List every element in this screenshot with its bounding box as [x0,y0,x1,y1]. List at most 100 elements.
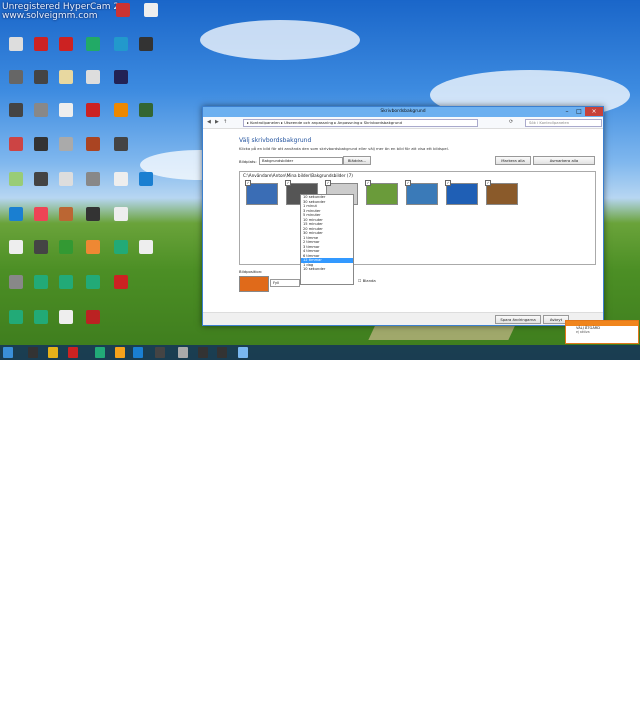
desktop-icon[interactable] [5,70,27,96]
desktop-icon[interactable] [55,275,77,301]
desktop-icon[interactable] [5,103,27,129]
desktop-icon[interactable] [55,137,77,163]
desktop-icon[interactable] [110,240,132,266]
picture-position-select[interactable]: Fyll [270,279,300,287]
desktop-icon[interactable] [55,310,77,336]
desktop-icon[interactable] [55,240,77,266]
desktop-icon[interactable] [30,275,52,301]
interval-dropdown-list[interactable]: 10 sekunder 30 sekunder 1 minut 3 minuter 5 … [300,194,354,285]
desktop-icon[interactable] [110,37,132,63]
desktop-icon[interactable] [55,103,77,129]
desktop-icon[interactable] [55,70,77,96]
close-icon[interactable]: × [585,107,603,116]
thumbnail-checkbox[interactable]: ✓ [445,180,451,186]
clear-all-button[interactable]: Avmarkera alla [533,156,595,165]
taskbar-app[interactable] [48,347,58,358]
app-icon [59,310,73,324]
desktop-icon[interactable] [82,172,104,198]
clock[interactable]: 16:35 2013-02-06 [606,692,626,702]
desktop-icon[interactable] [110,207,132,233]
desktop-icon[interactable] [110,103,132,129]
desktop-icon[interactable] [5,37,27,63]
desktop-icon[interactable] [30,310,52,336]
desktop-icon[interactable] [82,37,104,63]
wallpaper-thumbnail[interactable]: ✓ [485,180,518,205]
picture-location-select[interactable]: Bakgrundsbilder [259,157,343,165]
desktop-icon[interactable] [110,275,132,301]
refresh-icon[interactable]: ⟳ [509,119,513,125]
folder-label[interactable]: C:\Användare\Anton\Mina bilder\Bakgrunds… [243,173,353,178]
back-arrow-icon[interactable]: ◀ [207,119,211,125]
desktop-icon[interactable] [110,70,132,96]
taskbar-app[interactable] [133,347,143,358]
desktop-icon[interactable] [110,137,132,163]
desktop-icon[interactable] [5,275,27,301]
taskbar-app[interactable] [115,347,125,358]
desktop-icon[interactable] [30,137,52,163]
desktop-icon[interactable] [30,37,52,63]
taskbar-app[interactable] [28,347,38,358]
thumbnail-checkbox[interactable]: ✓ [405,180,411,186]
thumbnail-checkbox[interactable]: ✓ [245,180,251,186]
notification-toast[interactable]: VÄLJ ÅTGÄRD ej aktiva [565,320,639,344]
desktop-icon[interactable] [110,172,132,198]
desktop-icon[interactable] [82,310,104,336]
desktop-icon[interactable] [55,37,77,63]
desktop-icon[interactable] [55,207,77,233]
desktop-icon[interactable] [112,3,134,29]
desktop-icon[interactable] [30,207,52,233]
desktop-icon[interactable] [5,240,27,266]
desktop-icon[interactable] [82,70,104,96]
desktop-icon[interactable] [5,310,27,336]
desktop-icon[interactable] [140,3,162,29]
desktop-icon[interactable] [82,207,104,233]
thumbnail-checkbox[interactable]: ✓ [325,180,331,186]
forward-arrow-icon[interactable]: ▶ [215,119,219,125]
desktop-icon[interactable] [30,240,52,266]
wallpaper-thumbnail[interactable]: ✓ [365,180,398,205]
thumbnail-checkbox[interactable]: ✓ [365,180,371,186]
taskbar-app[interactable] [95,347,105,358]
start-button[interactable] [3,347,13,358]
dropdown-option[interactable]: 10 sekunder [301,267,353,272]
wallpaper-thumbnail[interactable]: ✓ [445,180,478,205]
title-bar[interactable]: Skrivbordsbakgrund – □ × [203,107,603,117]
wallpaper-window[interactable]: Skrivbordsbakgrund – □ × ◀ ▶ ↑ ▸ Kontrol… [202,106,604,326]
search-input[interactable]: Sök i Kontrollpanelen [525,119,602,127]
maximize-icon[interactable]: □ [573,107,585,116]
up-arrow-icon[interactable]: ↑ [223,119,227,125]
desktop-icon[interactable] [5,137,27,163]
select-all-button[interactable]: Markera alla [495,156,531,165]
wallpaper-thumbnail[interactable]: ✓ [405,180,438,205]
thumbnail-checkbox[interactable]: ✓ [485,180,491,186]
desktop-icon[interactable] [135,103,157,129]
desktop-icon[interactable] [82,275,104,301]
taskbar-app[interactable] [178,347,188,358]
desktop-icon[interactable] [30,103,52,129]
address-field[interactable]: ▸ Kontrollpanelen ▸ Utseende och anpassn… [243,119,478,127]
desktop-icon[interactable] [82,137,104,163]
watermark: Unregistered HyperCam 2 www.solveigmm.co… [2,2,119,21]
app-icon [34,310,48,324]
desktop-icon[interactable] [135,240,157,266]
desktop-icon[interactable] [135,172,157,198]
taskbar-app[interactable] [217,347,227,358]
desktop-icon[interactable] [135,37,157,63]
browse-button[interactable]: Bläddra... [343,156,371,165]
desktop-icon[interactable] [5,207,27,233]
desktop-icon[interactable] [82,240,104,266]
save-button[interactable]: Spara ändringarna [495,315,541,324]
minimize-icon[interactable]: – [561,107,573,116]
desktop-icon[interactable] [5,172,27,198]
desktop-icon[interactable] [30,70,52,96]
thumbnail-checkbox[interactable]: ✓ [285,180,291,186]
wallpaper-thumbnail[interactable]: ✓ [245,180,278,205]
taskbar-app[interactable] [68,347,78,358]
desktop-icon[interactable] [30,172,52,198]
taskbar-app[interactable] [238,347,248,358]
desktop-icon[interactable] [55,172,77,198]
shuffle-checkbox[interactable]: ☐ Blanda [358,278,376,283]
taskbar-app[interactable] [198,347,208,358]
desktop-icon[interactable] [82,103,104,129]
taskbar-app[interactable] [155,347,165,358]
